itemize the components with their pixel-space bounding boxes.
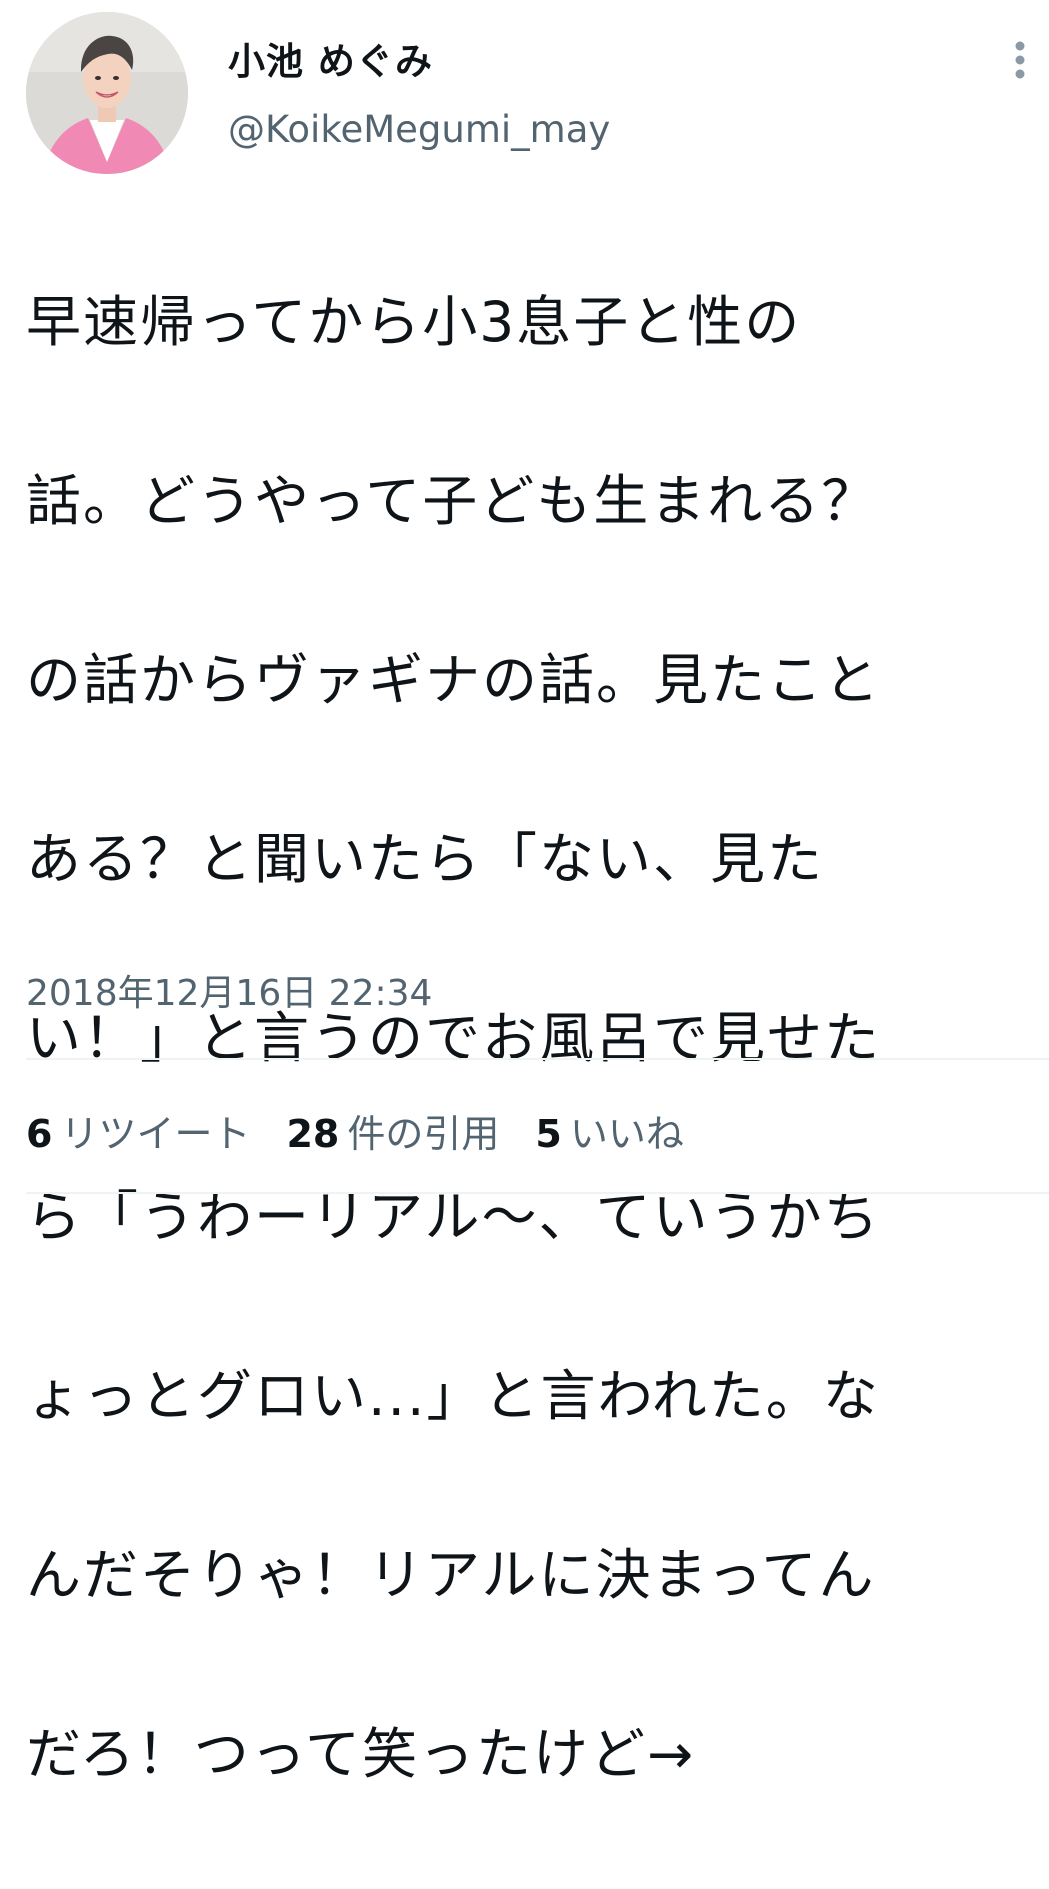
tweet-text-line: ある？と聞いたら「ない、見た xyxy=(26,826,825,891)
tweet-text-line: だろ！つって笑ったけど→ xyxy=(26,1721,696,1786)
likes-stat[interactable]: 5 いいね xyxy=(535,1103,683,1158)
retweets-stat[interactable]: 6 リツイート xyxy=(26,1103,250,1158)
avatar[interactable] xyxy=(26,12,188,174)
tweet-timestamp[interactable]: 2018年12月16日 22:34 xyxy=(26,968,432,1020)
tweet-text-line: 早速帰ってから小3息子と性の xyxy=(26,289,802,354)
author-display-name[interactable]: 小池 めぐみ xyxy=(228,38,433,86)
likes-count: 5 xyxy=(535,1111,562,1156)
more-options-button[interactable] xyxy=(1000,36,1040,88)
tweet-text: 早速帰ってから小3息子と性の 話。どうやって子ども生まれる？ の話からヴァギナの… xyxy=(26,188,1036,1889)
quotes-stat[interactable]: 28 件の引用 xyxy=(286,1103,499,1158)
quotes-count: 28 xyxy=(286,1111,340,1156)
more-vertical-icon xyxy=(1014,40,1026,84)
quotes-label: 件の引用 xyxy=(347,1111,500,1156)
divider xyxy=(26,1192,1049,1194)
author-handle[interactable]: @KoikeMegumi_may xyxy=(228,106,610,154)
retweets-label: リツイート xyxy=(60,1111,251,1156)
retweets-count: 6 xyxy=(26,1111,53,1156)
avatar-photo xyxy=(26,12,188,174)
tweet-text-line: ら「うわーリアル〜、ていうかち xyxy=(26,1184,881,1249)
tweet-text-line: ょっとグロい...」と言われた。な xyxy=(26,1363,880,1428)
tweet-stats: 6 リツイート 28 件の引用 5 いいね xyxy=(26,1100,720,1160)
tweet-text-line: んだそりゃ！リアルに決まってん xyxy=(26,1542,876,1607)
tweet-card: 小池 めぐみ @KoikeMegumi_may 早速帰ってから小3息子と性の 話… xyxy=(0,0,1049,1786)
tweet-text-line: 話。どうやって子ども生まれる？ xyxy=(26,468,879,533)
likes-label: いいね xyxy=(569,1111,684,1156)
divider xyxy=(26,1058,1049,1060)
tweet-text-line: の話からヴァギナの話。見たこと xyxy=(26,647,882,712)
